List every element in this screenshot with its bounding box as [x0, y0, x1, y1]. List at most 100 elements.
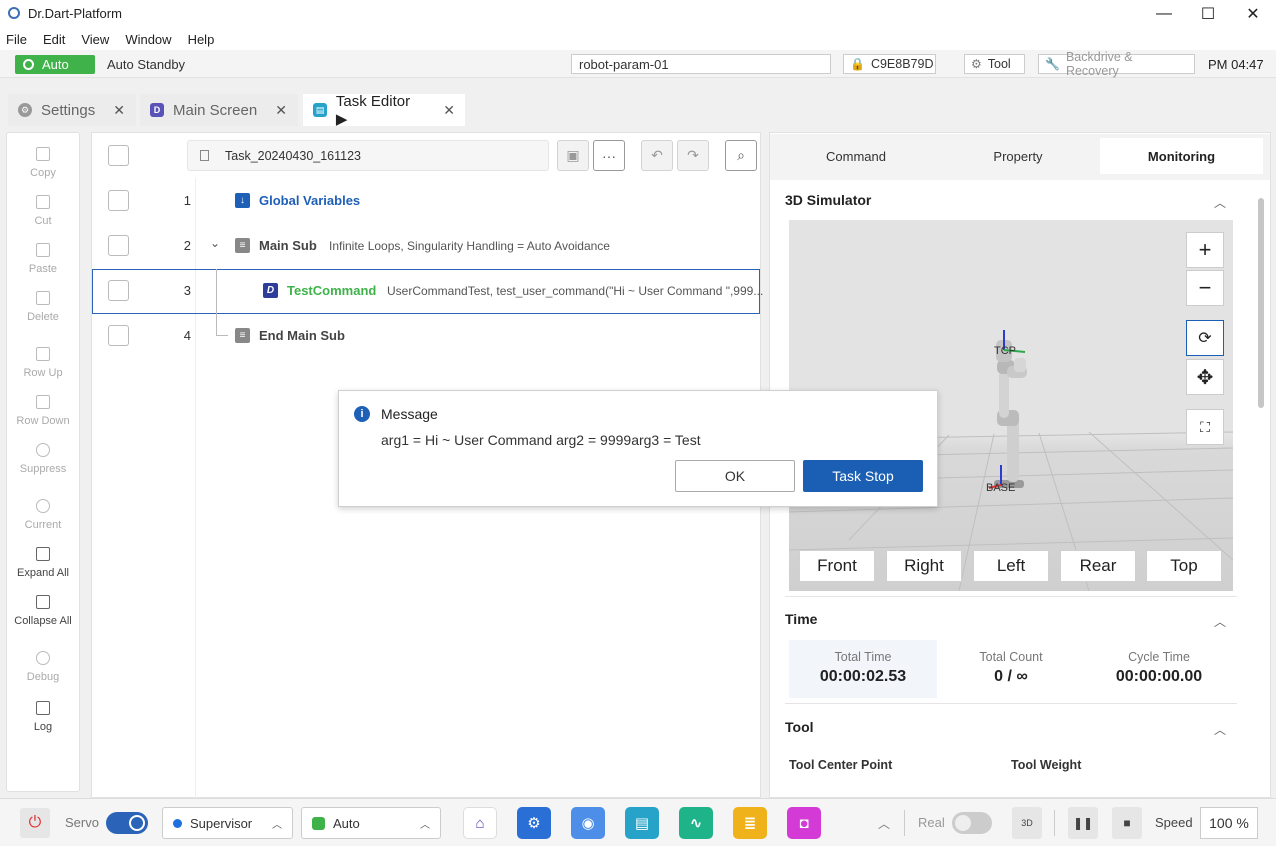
role-select[interactable]: Supervisor ︿ [162, 807, 293, 839]
robot-app-icon[interactable]: ⚙ [517, 807, 551, 839]
tool-button[interactable]: ⚙ Tool [964, 54, 1025, 74]
save-button[interactable]: ▣ [557, 140, 589, 171]
rotate-icon: ⟳ [1198, 330, 1212, 347]
cycle-time-value: 00:00:00.00 [1115, 668, 1203, 685]
tab-settings[interactable]: ⚙ Settings ✕ [8, 94, 136, 126]
total-count-box: Total Count 0 / ∞ [937, 640, 1085, 698]
pan-view-button[interactable]: ✥ [1186, 359, 1224, 395]
task-name-field[interactable]: Task_20240430_161123 [187, 140, 549, 171]
more-button[interactable]: ··· [593, 140, 625, 171]
tcp-label: TCP [994, 345, 1016, 357]
tab-settings-close-icon[interactable]: ✕ [113, 102, 125, 119]
mode-select[interactable]: Auto ︿ [301, 807, 441, 839]
copy-button[interactable]: Copy [7, 147, 79, 179]
table-row[interactable] [92, 313, 760, 358]
chevron-down-icon[interactable]: ⌄ [210, 236, 220, 250]
suppress-button[interactable]: Suppress [7, 443, 79, 475]
row-up-icon [36, 347, 50, 361]
chevron-up-icon[interactable]: ︿ [878, 815, 890, 832]
row-down-button[interactable]: Row Down [7, 395, 79, 427]
debug-button[interactable]: Debug [7, 651, 79, 683]
row-up-button[interactable]: Row Up [7, 347, 79, 379]
view-front-button[interactable]: Front [799, 550, 875, 582]
store-app-icon[interactable]: ◘ [787, 807, 821, 839]
select-all-checkbox[interactable] [108, 145, 129, 166]
task-editor-app-icon[interactable]: ▤ [625, 807, 659, 839]
table-row[interactable] [92, 178, 760, 223]
row-checkbox[interactable] [108, 190, 129, 211]
zoom-in-button[interactable]: + [1186, 232, 1224, 268]
total-count-value: 0 / ∞ [994, 668, 1028, 685]
row-checkbox[interactable] [108, 235, 129, 256]
view-right-button[interactable]: Right [886, 550, 962, 582]
tab-main-screen-label: Main Screen [173, 101, 258, 119]
robot-param-field[interactable]: robot-param-01 [571, 54, 831, 74]
tab-property[interactable]: Property [938, 138, 1098, 174]
menu-help[interactable]: Help [188, 32, 215, 47]
view-top-button[interactable]: Top [1146, 550, 1222, 582]
scrollbar-thumb[interactable] [1258, 198, 1264, 408]
row-checkbox[interactable] [108, 280, 129, 301]
collapse-all-label: Collapse All [14, 615, 72, 627]
collapse-all-button[interactable]: Collapse All [7, 595, 79, 627]
tab-task-editor-close-icon[interactable]: ✕ [443, 102, 455, 119]
monitoring-app-icon[interactable]: ∿ [679, 807, 713, 839]
remote-app-icon[interactable]: ◉ [571, 807, 605, 839]
delete-button[interactable]: Delete [7, 291, 79, 323]
real-toggle-knob [955, 815, 971, 831]
chevron-up-icon[interactable]: ︿ [1214, 194, 1226, 211]
tab-main-screen[interactable]: D Main Screen ✕ [140, 94, 298, 126]
log-button[interactable]: Log [7, 701, 79, 733]
debug-label: Debug [26, 671, 60, 683]
minimize-button[interactable]: — [1141, 0, 1187, 28]
menu-file[interactable]: File [6, 32, 27, 47]
backdrive-button[interactable]: 🔧 Backdrive & Recovery [1038, 50, 1195, 78]
robot-id-box[interactable]: 🔒 C9E8B79D [843, 54, 936, 74]
right-panel-scrollbar[interactable] [1256, 186, 1266, 796]
view-left-button[interactable]: Left [973, 550, 1049, 582]
tcp-field-label: Tool Center Point [789, 758, 893, 772]
zoom-out-button[interactable]: − [1186, 270, 1224, 306]
task-stop-button[interactable]: Task Stop [803, 460, 923, 492]
power-button[interactable]: ⏻ [20, 808, 50, 838]
fit-view-button[interactable]: ⛶ [1186, 409, 1224, 445]
view-rear-button[interactable]: Rear [1060, 550, 1136, 582]
search-button[interactable]: ⌕ [725, 140, 757, 171]
tab-command[interactable]: Command [776, 138, 936, 174]
search-icon: ⌕ [737, 147, 745, 163]
chevron-up-icon[interactable]: ︿ [1214, 613, 1226, 630]
row-number: 4 [183, 328, 191, 343]
servo-toggle[interactable] [106, 812, 148, 834]
tab-main-screen-close-icon[interactable]: ✕ [275, 102, 287, 119]
notes-app-icon[interactable]: ≣ [733, 807, 767, 839]
cut-button[interactable]: Cut [7, 195, 79, 227]
tool-label: Tool [987, 57, 1011, 71]
ok-button[interactable]: OK [675, 460, 795, 492]
expand-all-button[interactable]: Expand All [7, 547, 79, 579]
auto-mode-badge[interactable]: Auto [15, 55, 95, 74]
tab-monitoring[interactable]: Monitoring [1100, 138, 1263, 174]
stop-button[interactable]: ■ [1112, 807, 1142, 839]
row-checkbox[interactable] [108, 325, 129, 346]
menu-window[interactable]: Window [125, 32, 171, 47]
delete-label: Delete [27, 311, 59, 323]
current-button[interactable]: Current [7, 499, 79, 531]
speed-value[interactable]: 100 % [1200, 807, 1258, 839]
close-button[interactable]: ✕ [1230, 0, 1276, 28]
rotate-view-button[interactable]: ⟳ [1186, 320, 1224, 356]
redo-button[interactable]: ↷ [677, 140, 709, 171]
menu-view[interactable]: View [81, 32, 109, 47]
arrow-down-icon: ↓ [235, 193, 250, 208]
home-app-icon[interactable]: ⌂ [463, 807, 497, 839]
undo-button[interactable]: ↶ [641, 140, 673, 171]
menu-edit[interactable]: Edit [43, 32, 65, 47]
3d-view-button[interactable]: 3D [1012, 807, 1042, 839]
real-toggle[interactable] [952, 812, 992, 834]
tab-task-editor[interactable]: ▤ Task Editor ▶ ✕ [303, 93, 465, 128]
bug-icon [36, 651, 50, 665]
chevron-up-icon[interactable]: ︿ [1214, 721, 1226, 738]
maximize-button[interactable]: ☐ [1185, 0, 1231, 28]
pause-button[interactable]: ❚❚ [1068, 807, 1098, 839]
paste-button[interactable]: Paste [7, 243, 79, 275]
sim-section-title: 3D Simulator [785, 192, 872, 208]
